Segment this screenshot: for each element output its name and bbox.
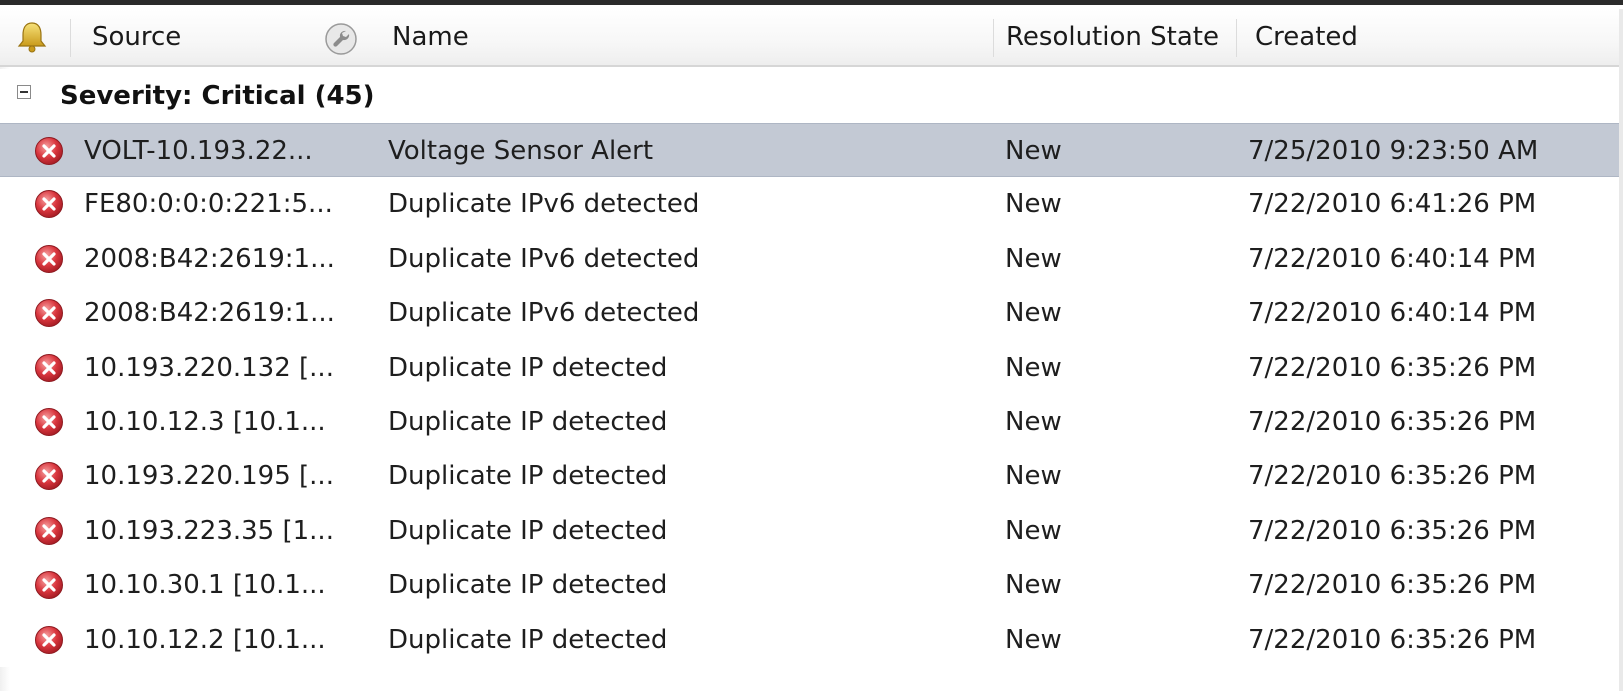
- alert-source: FE80:0:0:0:221:5...: [84, 189, 333, 220]
- alert-name: Duplicate IPv6 detected: [388, 189, 700, 220]
- critical-icon: [34, 407, 64, 437]
- alert-resolution-state: New: [1005, 624, 1062, 655]
- header-separator[interactable]: [993, 19, 994, 57]
- alert-source: 10.10.12.2 [10.1...: [84, 624, 326, 655]
- group-header-row[interactable]: Severity: Critical (45): [0, 69, 1623, 123]
- alerts-view: Source Name Resolution State Created Sev…: [0, 0, 1623, 691]
- alert-resolution-state: New: [1005, 243, 1062, 274]
- header-separator[interactable]: [1236, 19, 1237, 57]
- alert-name: Duplicate IP detected: [388, 461, 668, 492]
- alert-created: 7/22/2010 6:40:14 PM: [1248, 298, 1537, 329]
- alert-row[interactable]: 2008:B42:2619:1... Duplicate IPv6 detect…: [0, 286, 1623, 341]
- alert-row[interactable]: 10.193.220.195 [... Duplicate IP detecte…: [0, 449, 1623, 504]
- alert-created: 7/25/2010 9:23:50 AM: [1248, 136, 1539, 166]
- pane-top-border: [0, 0, 1623, 9]
- alert-created: 7/22/2010 6:35:26 PM: [1248, 461, 1537, 492]
- header-separator[interactable]: [70, 19, 71, 57]
- alert-list: VOLT-10.193.22... Voltage Sensor Alert N…: [0, 123, 1623, 667]
- alert-source: 2008:B42:2619:1...: [84, 298, 335, 329]
- alert-created: 7/22/2010 6:35:26 PM: [1248, 515, 1537, 546]
- alert-row[interactable]: 10.10.12.3 [10.1... Duplicate IP detecte…: [0, 394, 1623, 450]
- alert-created: 7/22/2010 6:35:26 PM: [1248, 352, 1537, 383]
- alert-resolution-state: New: [1005, 189, 1062, 220]
- alert-row[interactable]: 10.10.12.2 [10.1... Duplicate IP detecte…: [0, 612, 1623, 667]
- alert-created: 7/22/2010 6:35:26 PM: [1248, 406, 1537, 437]
- alert-resolution-state: New: [1005, 570, 1062, 601]
- critical-icon: [34, 461, 64, 491]
- alert-row[interactable]: FE80:0:0:0:221:5... Duplicate IPv6 detec…: [0, 177, 1623, 232]
- column-header-source[interactable]: Source: [92, 9, 181, 65]
- critical-icon: [34, 136, 64, 166]
- critical-icon: [34, 570, 64, 600]
- critical-icon: [34, 244, 64, 274]
- alert-created: 7/22/2010 6:40:14 PM: [1248, 243, 1537, 274]
- column-header-resolution-state[interactable]: Resolution State: [1006, 9, 1219, 65]
- alert-resolution-state: New: [1005, 298, 1062, 329]
- critical-icon: [34, 189, 64, 219]
- alert-source: 10.10.30.1 [10.1...: [84, 570, 326, 601]
- alert-name: Duplicate IPv6 detected: [388, 298, 700, 329]
- alert-name: Duplicate IP detected: [388, 352, 668, 383]
- alert-source: 2008:B42:2619:1...: [84, 243, 335, 274]
- alert-row[interactable]: 10.193.220.132 [... Duplicate IP detecte…: [0, 340, 1623, 395]
- group-label: Severity: Critical (45): [60, 81, 375, 111]
- critical-icon: [34, 516, 64, 546]
- alert-created: 7/22/2010 6:35:26 PM: [1248, 570, 1537, 601]
- column-header-name[interactable]: Name: [392, 9, 469, 65]
- alert-name: Duplicate IP detected: [388, 406, 668, 437]
- critical-icon: [34, 625, 64, 655]
- column-header-created[interactable]: Created: [1255, 9, 1358, 65]
- column-header-bar: Source Name Resolution State Created: [0, 9, 1623, 67]
- wrench-icon[interactable]: [324, 22, 358, 56]
- alert-resolution-state: New: [1005, 515, 1062, 546]
- alert-row[interactable]: 10.193.223.35 [1... Duplicate IP detecte…: [0, 503, 1623, 559]
- alert-name: Duplicate IP detected: [388, 515, 668, 546]
- collapse-icon[interactable]: [17, 85, 31, 99]
- alert-source: 10.193.220.132 [...: [84, 352, 334, 383]
- scrollbar-edge[interactable]: [1619, 9, 1623, 691]
- critical-icon: [34, 353, 64, 383]
- alert-name: Duplicate IPv6 detected: [388, 243, 700, 274]
- alert-resolution-state: New: [1005, 461, 1062, 492]
- alert-name: Voltage Sensor Alert: [388, 136, 654, 166]
- alert-source: VOLT-10.193.22...: [84, 136, 313, 166]
- critical-icon: [34, 298, 64, 328]
- bell-icon[interactable]: [14, 19, 50, 55]
- alert-row[interactable]: VOLT-10.193.22... Voltage Sensor Alert N…: [0, 123, 1623, 178]
- alert-row[interactable]: 2008:B42:2619:1... Duplicate IPv6 detect…: [0, 231, 1623, 287]
- alert-resolution-state: New: [1005, 406, 1062, 437]
- alert-name: Duplicate IP detected: [388, 570, 668, 601]
- alert-source: 10.10.12.3 [10.1...: [84, 406, 326, 437]
- alert-row[interactable]: 10.10.30.1 [10.1... Duplicate IP detecte…: [0, 558, 1623, 613]
- alert-source: 10.193.220.195 [...: [84, 461, 334, 492]
- alert-resolution-state: New: [1005, 352, 1062, 383]
- alert-source: 10.193.223.35 [1...: [84, 515, 334, 546]
- alert-resolution-state: New: [1005, 136, 1062, 166]
- alert-name: Duplicate IP detected: [388, 624, 668, 655]
- alert-created: 7/22/2010 6:41:26 PM: [1248, 189, 1537, 220]
- alert-created: 7/22/2010 6:35:26 PM: [1248, 624, 1537, 655]
